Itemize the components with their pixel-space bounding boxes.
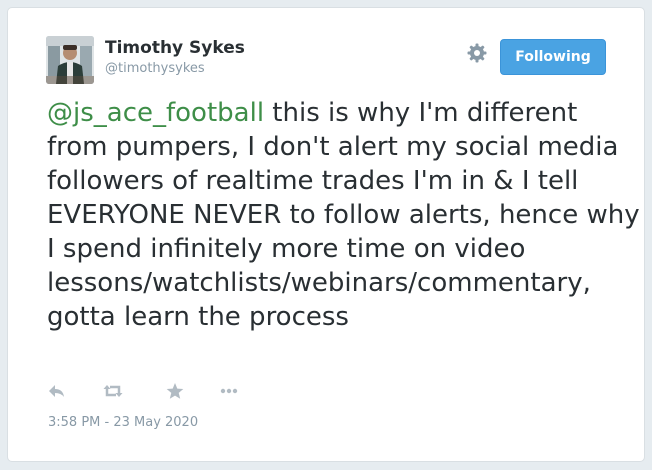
mention-link[interactable]: @js_ace_football: [47, 98, 264, 128]
tweet-body: this is why I'm different from pumpers, …: [47, 98, 640, 332]
author-handle[interactable]: @timothysykes: [105, 61, 205, 76]
tweet-card: Timothy Sykes @timothysykes Following @j…: [7, 7, 645, 462]
reply-icon[interactable]: [46, 381, 68, 401]
avatar[interactable]: [46, 36, 94, 84]
following-button[interactable]: Following: [500, 39, 606, 75]
gear-icon[interactable]: [466, 42, 488, 64]
author-name[interactable]: Timothy Sykes: [105, 38, 245, 58]
tweet-timestamp[interactable]: 3:58 PM - 23 May 2020: [48, 415, 198, 430]
retweet-icon[interactable]: [102, 381, 124, 401]
more-icon[interactable]: [218, 381, 240, 401]
star-icon[interactable]: [164, 381, 186, 401]
tweet-text: @js_ace_football this is why I'm differe…: [47, 96, 643, 334]
avatar-image: [46, 36, 94, 84]
